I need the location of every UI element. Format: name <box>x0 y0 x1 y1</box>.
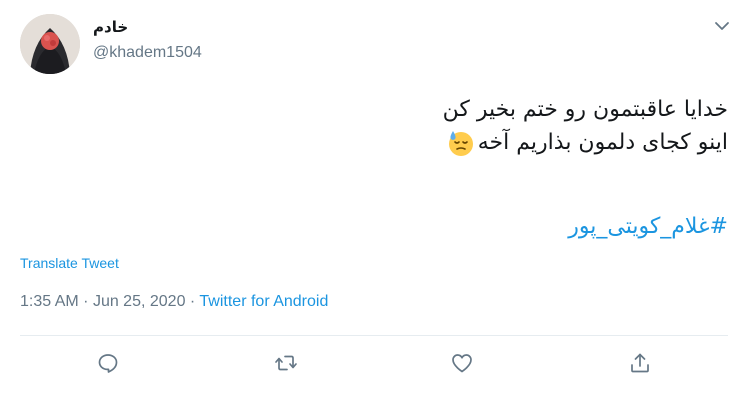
tweet-time[interactable]: 1:35 AM <box>20 293 79 310</box>
retweet-button[interactable] <box>269 348 303 382</box>
meta-separator: · <box>189 293 196 310</box>
action-bar <box>0 348 748 382</box>
reply-button[interactable] <box>91 348 125 382</box>
divider <box>20 335 728 336</box>
tweet-meta: 1:35 AM · Jun 25, 2020 · Twitter for And… <box>20 293 328 311</box>
avatar[interactable] <box>20 14 80 74</box>
share-button[interactable] <box>623 348 657 382</box>
share-icon <box>628 351 652 379</box>
downcast-face-with-sweat-icon <box>446 128 476 158</box>
tweet-line-2: اینو کجای دلمون بذاریم آخه <box>28 126 728 159</box>
display-name[interactable]: خادم <box>93 16 202 38</box>
like-icon <box>450 351 474 379</box>
tweet-header: خادم @khadem1504 <box>20 14 732 76</box>
reply-icon <box>96 351 120 379</box>
user-handle[interactable]: @khadem1504 <box>93 42 202 64</box>
meta-separator: · <box>83 293 89 310</box>
tweet-line-2-text: اینو کجای دلمون بذاریم آخه <box>477 130 728 155</box>
chevron-down-icon[interactable] <box>712 16 732 36</box>
hashtag-link[interactable]: #غلام_کویتی_پور <box>568 210 728 243</box>
tweet-line-1: خدایا عاقبتمون رو ختم بخیر کن <box>442 97 728 122</box>
tweet-date[interactable]: Jun 25, 2020 <box>93 293 186 310</box>
translate-tweet-link[interactable]: Translate Tweet <box>20 255 119 271</box>
tweet-source[interactable]: Twitter for Android <box>199 293 328 310</box>
retweet-icon <box>274 351 298 379</box>
avatar-image <box>20 14 80 74</box>
tweet-text: خدایا عاقبتمون رو ختم بخیر کن اینو کجای … <box>28 93 728 159</box>
like-button[interactable] <box>445 348 479 382</box>
